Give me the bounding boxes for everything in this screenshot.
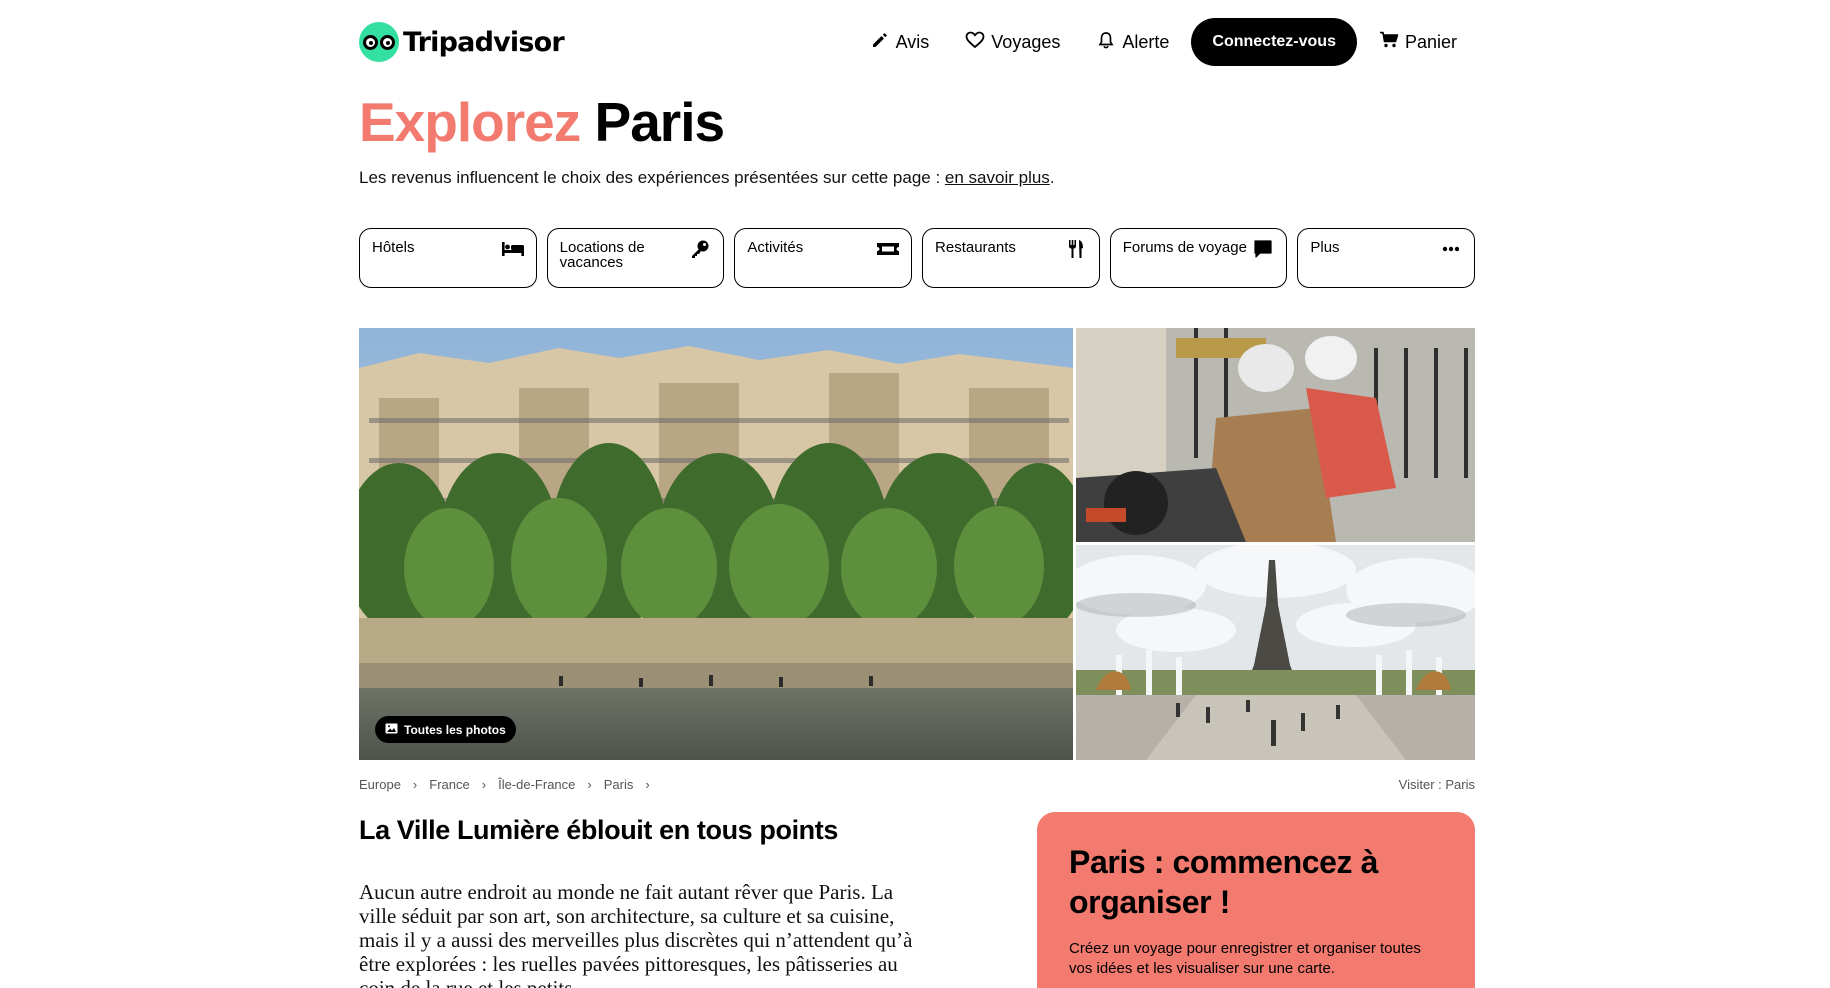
card-title: Paris : commencez à organiser ! (1069, 844, 1378, 920)
login-button[interactable]: Connectez-vous (1191, 18, 1357, 66)
tile-more[interactable]: Plus (1297, 228, 1476, 288)
tile-label: Forums de voyage (1122, 239, 1247, 256)
trip-planning-card: Paris : commencez à organiser ! Créez un… (1037, 812, 1475, 988)
nav-cart[interactable]: Panier (1361, 18, 1475, 66)
tile-label: Locations de vacances (559, 239, 645, 271)
chevron-right-icon: › (481, 777, 487, 792)
title-place: Paris (594, 91, 726, 153)
nav-label: Voyages (991, 31, 1061, 52)
fork-knife-icon (1064, 240, 1088, 258)
brand-name: Tripadvisor (403, 26, 565, 58)
photo-gallery: Toutes les photos (359, 328, 1475, 760)
breadcrumb-item[interactable]: France (429, 777, 469, 792)
tile-hotels[interactable]: Hôtels (359, 228, 537, 288)
heart-icon (965, 31, 985, 54)
disclaimer-end: . (1049, 168, 1055, 187)
bed-icon (501, 240, 525, 258)
tile-label: Plus (1310, 239, 1340, 256)
pencil-icon (870, 31, 890, 54)
tile-label: Activités (747, 239, 804, 256)
tile-travel-forums[interactable]: Forums de voyage (1109, 228, 1288, 288)
breadcrumb: Europe › France › Île-de-France › Paris … (359, 777, 662, 792)
chevron-right-icon: › (587, 777, 592, 792)
visit-label: Visiter : Paris (1398, 777, 1475, 792)
cart-icon (1379, 31, 1399, 54)
intro-paragraph: Aucun autre endroit au monde ne fait aut… (359, 880, 913, 988)
section-heading: La Ville Lumière éblouit en tous points (359, 815, 838, 845)
revenue-disclaimer: Les revenus influencent le choix des exp… (359, 168, 1055, 188)
breadcrumb-item[interactable]: Île-de-France (498, 777, 575, 792)
disclaimer-text: Les revenus influencent le choix des exp… (359, 168, 945, 187)
top-nav: Avis Voyages Alerte Connectez-vous Panie… (852, 18, 1475, 66)
title-accent: Explorez (359, 91, 581, 153)
image-icon (385, 723, 398, 737)
photo-sidecar-tour[interactable] (1076, 328, 1475, 542)
key-icon (688, 240, 712, 258)
more-icon (1439, 240, 1463, 258)
photo-eiffel-tower[interactable] (1076, 545, 1475, 760)
card-text: Créez un voyage pour enregistrer et orga… (1069, 940, 1421, 977)
breadcrumb-item[interactable]: Paris (604, 777, 634, 792)
chevron-right-icon: › (645, 777, 650, 792)
category-tiles: Hôtels Locations de vacances Activités R… (359, 228, 1476, 288)
nav-label: Alerte (1122, 31, 1170, 52)
nav-reviews[interactable]: Avis (852, 18, 948, 66)
tile-activities[interactable]: Activités (734, 228, 913, 288)
nav-label: Panier (1404, 31, 1457, 52)
tile-restaurants[interactable]: Restaurants (922, 228, 1100, 288)
site-header: Tripadvisor Avis Voyages Alerte Connecte… (359, 18, 1475, 68)
tile-label: Restaurants (935, 239, 1016, 256)
tripadvisor-logo[interactable]: Tripadvisor (359, 22, 565, 62)
nav-label: Avis (895, 31, 930, 52)
bell-icon (1096, 31, 1116, 54)
chevron-right-icon: › (412, 777, 418, 792)
nav-trips[interactable]: Voyages (947, 18, 1078, 66)
learn-more-link[interactable]: en savoir plus (945, 168, 1050, 187)
chat-bubble-icon (1251, 240, 1275, 258)
all-photos-button[interactable]: Toutes les photos (375, 716, 516, 743)
all-photos-label: Toutes les photos (404, 722, 506, 737)
owl-logo-icon (359, 22, 399, 62)
tile-vacation-rentals[interactable]: Locations de vacances (546, 228, 725, 288)
page-title: Explorez Paris (359, 90, 726, 154)
tile-label: Hôtels (372, 239, 415, 256)
ticket-icon (876, 240, 900, 258)
breadcrumb-item[interactable]: Europe (359, 777, 401, 792)
photo-seine-quay[interactable]: Toutes les photos (359, 328, 1073, 760)
nav-alerts[interactable]: Alerte (1078, 18, 1187, 66)
